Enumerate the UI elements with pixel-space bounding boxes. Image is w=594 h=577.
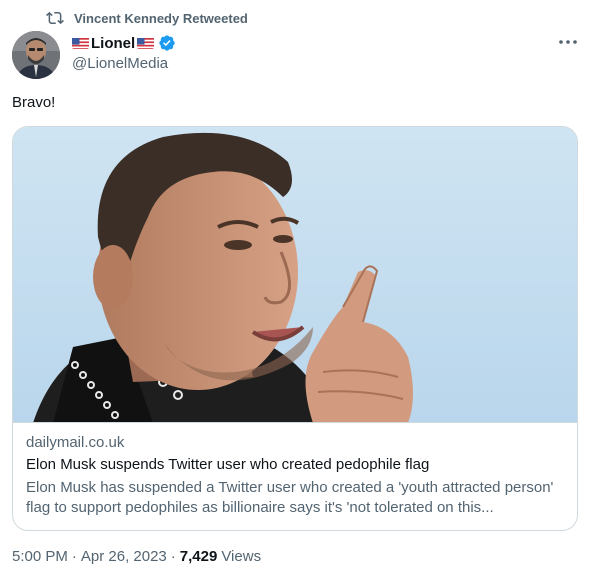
views-label: Views [221,548,262,565]
us-flag-icon [137,37,155,49]
tweet[interactable]: Vincent Kennedy Retweeted Lionel @Lionel… [0,0,594,577]
meta-separator: · [170,548,176,565]
author-display-name[interactable]: Lionel [91,35,135,52]
link-card-domain: dailymail.co.uk [26,434,125,451]
link-card-body[interactable]: dailymail.co.uk Elon Musk suspends Twitt… [26,433,571,518]
tweet-date[interactable]: Apr 26, 2023 [81,548,167,565]
social-context: Vincent Kennedy Retweeted [46,9,248,27]
us-flag-icon [72,37,89,49]
author-handle[interactable]: @LionelMedia [72,55,168,72]
link-card-title: Elon Musk suspends Twitter user who crea… [26,456,430,473]
retweet-icon [46,9,64,27]
link-card-image[interactable] [13,127,577,423]
more-dots-icon [559,40,577,44]
link-card[interactable]: dailymail.co.uk Elon Musk suspends Twitt… [12,126,578,531]
author-name-row[interactable]: Lionel [72,33,176,53]
tweet-meta: 5:00 PM · Apr 26, 2023 · 7,429 Views [12,548,261,565]
tweet-time[interactable]: 5:00 PM [12,548,68,565]
tweet-text: Bravo! [12,94,56,111]
verified-badge-icon[interactable] [158,34,176,52]
link-card-description: Elon Musk has suspended a Twitter user w… [26,479,554,516]
meta-separator: · [71,548,77,565]
views-count[interactable]: 7,429 [180,548,218,565]
more-options-button[interactable] [555,32,581,52]
retweeted-by-text[interactable]: Vincent Kennedy Retweeted [74,11,248,26]
avatar[interactable] [12,31,60,79]
